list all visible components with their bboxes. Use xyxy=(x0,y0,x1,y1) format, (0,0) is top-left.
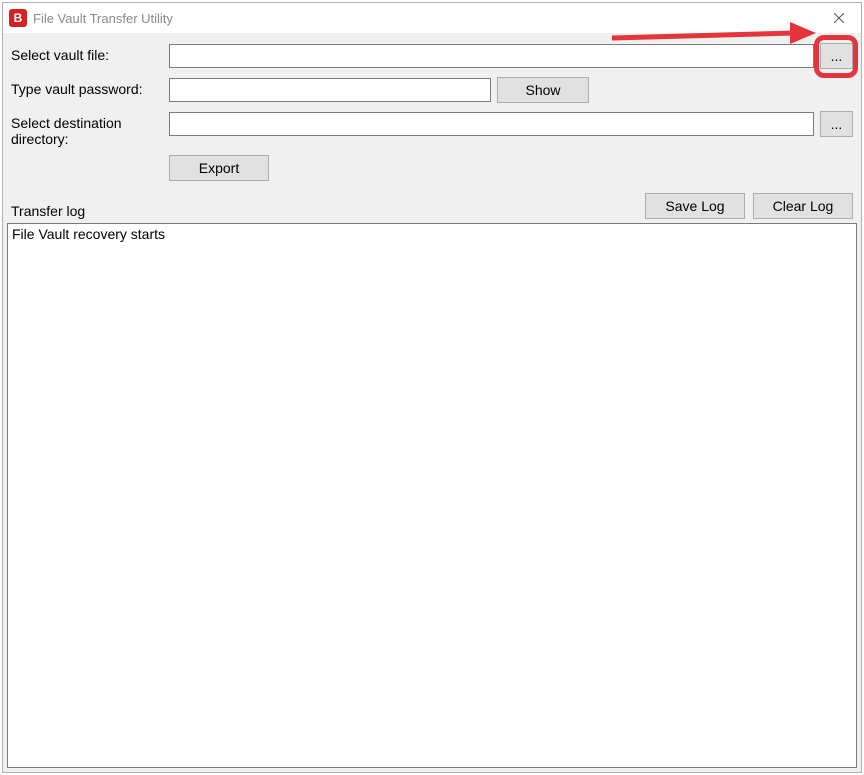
vault-file-label: Select vault file: xyxy=(11,43,169,63)
export-row: Export xyxy=(11,155,853,181)
app-icon: B xyxy=(9,9,27,27)
close-icon xyxy=(834,13,844,23)
destination-browse-button[interactable]: ... xyxy=(820,111,853,137)
transfer-log-title: Transfer log xyxy=(11,203,85,219)
clear-log-button[interactable]: Clear Log xyxy=(753,193,853,219)
password-row: Type vault password: Show xyxy=(11,77,853,103)
app-icon-letter: B xyxy=(14,12,23,24)
close-button[interactable] xyxy=(816,3,861,33)
show-password-button[interactable]: Show xyxy=(497,77,589,103)
destination-input[interactable] xyxy=(169,112,814,136)
log-header: Transfer log Save Log Clear Log xyxy=(3,189,861,223)
app-window: B File Vault Transfer Utility Select vau… xyxy=(2,2,862,773)
password-input[interactable] xyxy=(169,78,491,102)
password-label: Type vault password: xyxy=(11,77,169,97)
vault-file-row: Select vault file: ... xyxy=(11,43,853,69)
vault-browse-button[interactable]: ... xyxy=(820,43,853,69)
transfer-log-text[interactable]: File Vault recovery starts xyxy=(7,223,857,768)
vault-file-input[interactable] xyxy=(169,44,814,68)
title-bar: B File Vault Transfer Utility xyxy=(3,3,861,33)
window-title: File Vault Transfer Utility xyxy=(33,11,173,26)
form-area: Select vault file: ... Type vault passwo… xyxy=(3,33,861,189)
destination-label: Select destination directory: xyxy=(11,111,169,147)
destination-row: Select destination directory: ... xyxy=(11,111,853,147)
save-log-button[interactable]: Save Log xyxy=(645,193,745,219)
export-button[interactable]: Export xyxy=(169,155,269,181)
